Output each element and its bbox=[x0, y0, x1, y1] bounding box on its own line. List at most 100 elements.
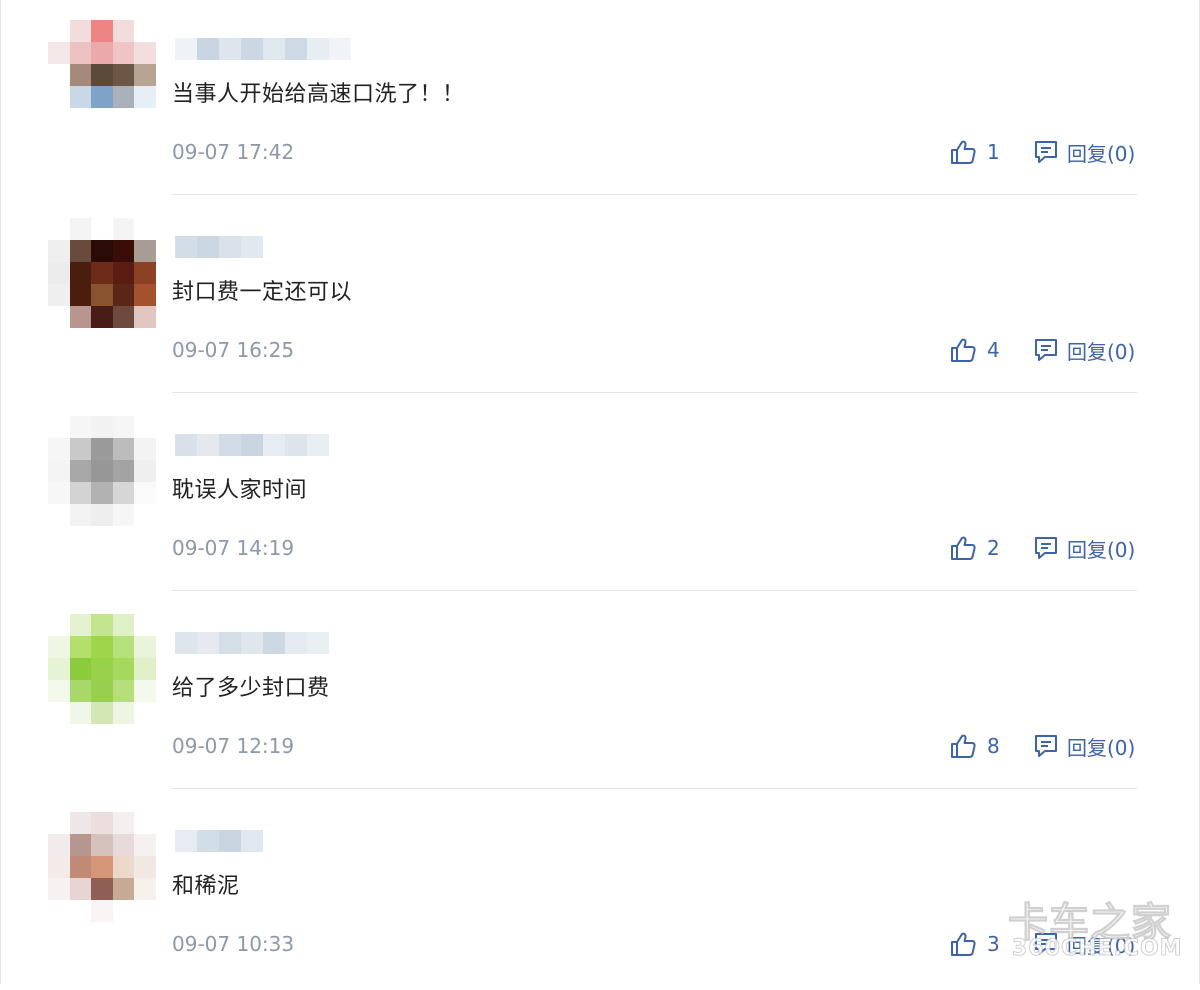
avatar-pixel bbox=[69, 306, 92, 328]
comment-text: 给了多少封口费 bbox=[172, 676, 330, 701]
avatar-pixel bbox=[91, 834, 113, 856]
avatar-pixel bbox=[48, 240, 70, 262]
avatar-pixel bbox=[69, 636, 92, 658]
avatar[interactable] bbox=[48, 20, 156, 130]
avatar-pixel bbox=[134, 240, 156, 262]
avatar[interactable] bbox=[48, 416, 156, 526]
reply-button[interactable]: 回复(0) bbox=[1033, 137, 1135, 167]
avatar-pixel bbox=[112, 438, 135, 460]
comment-item: 给了多少封口费 09-07 12:19 8 回复(0) bbox=[1, 594, 1200, 792]
comment-divider bbox=[172, 788, 1137, 789]
avatar-pixel bbox=[91, 416, 113, 438]
avatar-pixel bbox=[69, 812, 92, 834]
avatar-pixel bbox=[69, 64, 92, 86]
username-blurred[interactable] bbox=[175, 812, 263, 852]
username-pixel bbox=[197, 236, 219, 258]
avatar-pixel bbox=[48, 878, 70, 900]
avatar-pixel bbox=[48, 108, 70, 130]
username-pixel bbox=[197, 434, 219, 456]
avatar[interactable] bbox=[48, 218, 156, 328]
avatar-pixel bbox=[112, 702, 135, 724]
username-blurred[interactable] bbox=[175, 416, 329, 456]
comment-item: 封口费一定还可以 09-07 16:25 4 回复(0) bbox=[1, 198, 1200, 396]
avatar-pixel bbox=[134, 20, 156, 42]
avatar-pixel bbox=[48, 702, 70, 724]
username-pixel bbox=[219, 632, 241, 654]
avatar-pixel bbox=[91, 812, 113, 834]
comment-text: 耽误人家时间 bbox=[172, 478, 308, 503]
username-pixel bbox=[219, 830, 241, 852]
avatar-pixel bbox=[69, 856, 92, 878]
username-pixel bbox=[241, 632, 263, 654]
comment-text: 和稀泥 bbox=[172, 874, 240, 899]
username-pixel bbox=[219, 434, 241, 456]
avatar-pixel bbox=[48, 856, 70, 878]
avatar-pixel bbox=[134, 218, 156, 240]
avatar-pixel bbox=[69, 878, 92, 900]
avatar-pixel bbox=[112, 64, 135, 86]
reply-label: 回复(0) bbox=[1067, 537, 1136, 562]
username-pixel bbox=[175, 434, 197, 456]
avatar-pixel bbox=[69, 438, 92, 460]
avatar-pixel bbox=[69, 218, 92, 240]
username-pixel bbox=[197, 38, 219, 60]
avatar-pixel bbox=[134, 856, 156, 878]
avatar-pixel bbox=[112, 284, 135, 306]
like-button[interactable]: 4 bbox=[949, 335, 1000, 365]
avatar-pixel bbox=[134, 284, 156, 306]
thumbs-up-icon bbox=[949, 337, 977, 363]
avatar-pixel bbox=[69, 680, 92, 702]
avatar-pixel bbox=[48, 262, 70, 284]
comment-text: 当事人开始给高速口洗了！！ bbox=[172, 82, 465, 107]
thumbs-up-icon bbox=[949, 535, 977, 561]
comment-icon bbox=[1033, 337, 1059, 363]
avatar-pixel bbox=[91, 680, 113, 702]
avatar-pixel bbox=[112, 416, 135, 438]
avatar-pixel bbox=[112, 262, 135, 284]
avatar-pixel bbox=[112, 658, 135, 680]
like-button[interactable]: 3 bbox=[949, 929, 1000, 959]
like-button[interactable]: 2 bbox=[949, 533, 1000, 563]
username-pixel bbox=[241, 434, 263, 456]
avatar-pixel bbox=[112, 812, 135, 834]
comment-divider bbox=[172, 194, 1137, 195]
avatar-pixel bbox=[134, 680, 156, 702]
username-pixel bbox=[285, 632, 307, 654]
avatar-pixel bbox=[112, 680, 135, 702]
username-pixel bbox=[307, 38, 329, 60]
username-pixel bbox=[175, 236, 197, 258]
avatar[interactable] bbox=[48, 812, 156, 922]
avatar-pixel bbox=[69, 42, 92, 64]
avatar[interactable] bbox=[48, 614, 156, 724]
username-blurred[interactable] bbox=[175, 218, 285, 258]
reply-button[interactable]: 回复(0) bbox=[1033, 533, 1135, 563]
comment-list-frame: 当事人开始给高速口洗了！！ 09-07 17:42 1 回复(0) 封口费一定还… bbox=[0, 0, 1200, 984]
avatar-pixel bbox=[134, 416, 156, 438]
avatar-pixel bbox=[48, 218, 70, 240]
thumbs-up-icon bbox=[949, 733, 977, 759]
like-button[interactable]: 1 bbox=[949, 137, 1000, 167]
reply-label: 回复(0) bbox=[1067, 339, 1136, 364]
avatar-pixel bbox=[91, 284, 113, 306]
comment-item: 当事人开始给高速口洗了！！ 09-07 17:42 1 回复(0) bbox=[1, 0, 1200, 198]
avatar-pixel bbox=[91, 460, 113, 482]
avatar-pixel bbox=[48, 482, 70, 504]
username-blurred[interactable] bbox=[175, 614, 329, 654]
avatar-pixel bbox=[48, 42, 70, 64]
avatar-pixel bbox=[91, 900, 113, 922]
avatar-pixel bbox=[91, 658, 113, 680]
like-count: 2 bbox=[987, 536, 1000, 560]
username-pixel bbox=[263, 632, 285, 654]
reply-button[interactable]: 回复(0) bbox=[1033, 929, 1135, 959]
like-button[interactable]: 8 bbox=[949, 731, 1000, 761]
avatar-pixel bbox=[69, 262, 92, 284]
comment-divider bbox=[172, 392, 1137, 393]
avatar-pixel bbox=[48, 64, 70, 86]
reply-button[interactable]: 回复(0) bbox=[1033, 335, 1135, 365]
username-blurred[interactable] bbox=[175, 20, 351, 60]
reply-button[interactable]: 回复(0) bbox=[1033, 731, 1135, 761]
avatar-pixel bbox=[91, 438, 113, 460]
thumbs-up-icon bbox=[949, 931, 977, 957]
reply-label: 回复(0) bbox=[1067, 933, 1136, 958]
avatar-pixel bbox=[69, 900, 92, 922]
